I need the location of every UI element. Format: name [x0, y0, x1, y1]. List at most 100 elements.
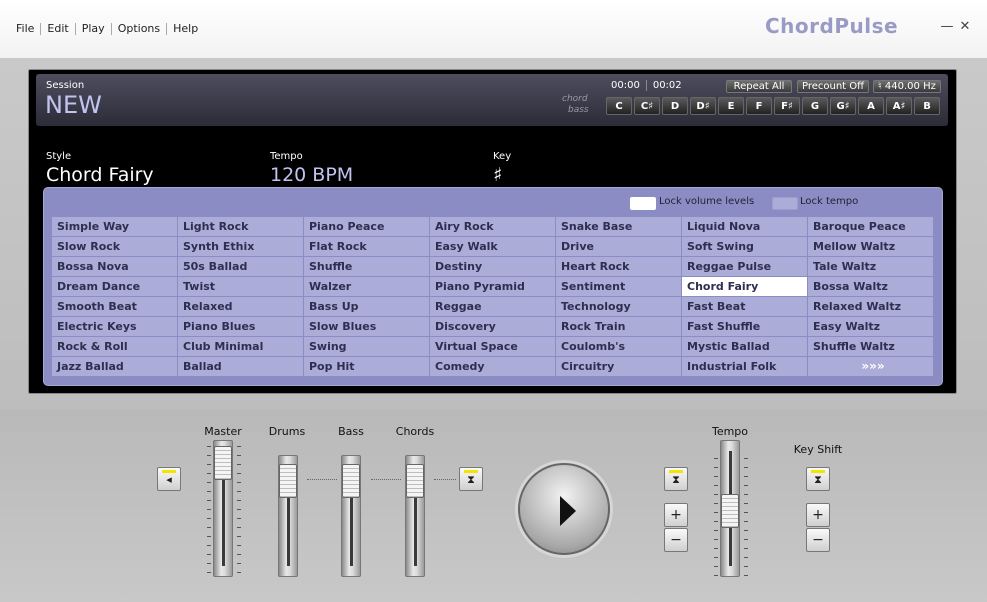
style-cell[interactable]: Jazz Ballad: [52, 357, 178, 377]
style-cell[interactable]: Walzer: [304, 277, 430, 297]
style-cell[interactable]: Rock & Roll: [52, 337, 178, 357]
style-cell[interactable]: Bossa Waltz: [808, 277, 934, 297]
style-cell[interactable]: Shuffle: [304, 257, 430, 277]
key-e[interactable]: E: [718, 97, 744, 115]
keyshift-minus-button[interactable]: −: [806, 528, 830, 552]
style-cell[interactable]: Comedy: [430, 357, 556, 377]
style-cell[interactable]: Liquid Nova: [682, 217, 808, 237]
style-cell[interactable]: Pop Hit: [304, 357, 430, 377]
key-b[interactable]: B: [914, 97, 940, 115]
style-cell[interactable]: Bossa Nova: [52, 257, 178, 277]
style-cell[interactable]: Piano Blues: [178, 317, 304, 337]
style-cell[interactable]: Dream Dance: [52, 277, 178, 297]
key-f[interactable]: F: [746, 97, 772, 115]
style-cell[interactable]: Fast Shuffle: [682, 317, 808, 337]
menu-options[interactable]: Options: [112, 23, 168, 35]
precount-toggle[interactable]: Precount Off: [797, 80, 869, 93]
style-label: Style: [46, 151, 72, 162]
menu-edit[interactable]: Edit: [41, 23, 76, 35]
led-indicator: [464, 470, 478, 473]
link-sliders-button[interactable]: ⧗: [459, 467, 483, 491]
style-cell[interactable]: Relaxed: [178, 297, 304, 317]
style-cell[interactable]: Easy Waltz: [808, 317, 934, 337]
menu-file[interactable]: File: [10, 23, 42, 35]
mute-button[interactable]: ◂: [157, 467, 181, 491]
tempo-link-button[interactable]: ⧗: [664, 467, 688, 491]
key-d[interactable]: D: [662, 97, 688, 115]
style-cell[interactable]: Shuffle Waltz: [808, 337, 934, 357]
menu-play[interactable]: Play: [76, 23, 112, 35]
style-cell[interactable]: 50s Ballad: [178, 257, 304, 277]
style-cell[interactable]: Light Rock: [178, 217, 304, 237]
style-cell[interactable]: Club Minimal: [178, 337, 304, 357]
menu-help[interactable]: Help: [167, 23, 204, 35]
style-cell[interactable]: Electric Keys: [52, 317, 178, 337]
style-cell[interactable]: Rock Train: [556, 317, 682, 337]
style-cell[interactable]: Slow Blues: [304, 317, 430, 337]
style-cell[interactable]: Circuitry: [556, 357, 682, 377]
style-cell[interactable]: Technology: [556, 297, 682, 317]
lock-tempo-checkbox[interactable]: [772, 197, 798, 210]
key-c[interactable]: C: [606, 97, 632, 115]
style-cell[interactable]: Synth Ethix: [178, 237, 304, 257]
style-cell[interactable]: Mellow Waltz: [808, 237, 934, 257]
style-cell[interactable]: Industrial Folk: [682, 357, 808, 377]
style-cell[interactable]: Simple Way: [52, 217, 178, 237]
minimize-button[interactable]: —: [940, 20, 954, 34]
chords-label: Chords: [395, 425, 435, 438]
play-button[interactable]: [518, 463, 610, 555]
style-cell[interactable]: Twist: [178, 277, 304, 297]
key-a[interactable]: A: [858, 97, 884, 115]
style-cell[interactable]: Relaxed Waltz: [808, 297, 934, 317]
style-cell[interactable]: Baroque Peace: [808, 217, 934, 237]
master-slider-handle[interactable]: [214, 446, 232, 480]
key-g[interactable]: G: [802, 97, 828, 115]
style-cell[interactable]: Airy Rock: [430, 217, 556, 237]
chordpulse-window: File Edit Play Options Help ChordPulse —…: [0, 0, 987, 602]
style-cell[interactable]: Snake Base: [556, 217, 682, 237]
style-cell[interactable]: Coulomb's: [556, 337, 682, 357]
chords-slider-handle[interactable]: [406, 464, 424, 498]
style-cell[interactable]: Swing: [304, 337, 430, 357]
style-cell[interactable]: Reggae Pulse: [682, 257, 808, 277]
key-a-sharp[interactable]: A♯: [886, 97, 912, 115]
style-cell[interactable]: Heart Rock: [556, 257, 682, 277]
style-cell[interactable]: Ballad: [178, 357, 304, 377]
style-cell[interactable]: Soft Swing: [682, 237, 808, 257]
led-indicator: [811, 470, 825, 473]
lock-volume-checkbox[interactable]: [630, 197, 656, 210]
style-cell[interactable]: Piano Pyramid: [430, 277, 556, 297]
style-cell[interactable]: Discovery: [430, 317, 556, 337]
tempo-plus-button[interactable]: +: [664, 503, 688, 527]
repeat-toggle[interactable]: Repeat All: [726, 80, 792, 93]
key-f-sharp[interactable]: F♯: [774, 97, 800, 115]
tempo-minus-button[interactable]: −: [664, 528, 688, 552]
style-cell[interactable]: Slow Rock: [52, 237, 178, 257]
bass-slider-handle[interactable]: [342, 464, 360, 498]
app-logo: ChordPulse: [765, 14, 899, 38]
style-cell[interactable]: Tale Waltz: [808, 257, 934, 277]
keyshift-link-button[interactable]: ⧗: [806, 467, 830, 491]
tempo-slider-handle[interactable]: [721, 494, 739, 528]
style-cell[interactable]: Flat Rock: [304, 237, 430, 257]
style-cell[interactable]: Drive: [556, 237, 682, 257]
close-button[interactable]: ✕: [958, 20, 972, 34]
tuning-button[interactable]: ♮ 440.00 Hz: [873, 80, 941, 93]
style-cell[interactable]: Bass Up: [304, 297, 430, 317]
key-c-sharp[interactable]: C♯: [634, 97, 660, 115]
style-cell[interactable]: Virtual Space: [430, 337, 556, 357]
more-styles-button[interactable]: »»»: [808, 357, 934, 377]
style-cell[interactable]: Piano Peace: [304, 217, 430, 237]
key-d-sharp[interactable]: D♯: [690, 97, 716, 115]
style-cell[interactable]: Easy Walk: [430, 237, 556, 257]
key-g-sharp[interactable]: G♯: [830, 97, 856, 115]
keyshift-plus-button[interactable]: +: [806, 503, 830, 527]
style-cell[interactable]: Destiny: [430, 257, 556, 277]
style-cell[interactable]: Reggae: [430, 297, 556, 317]
style-cell[interactable]: Chord Fairy: [682, 277, 808, 297]
style-cell[interactable]: Sentiment: [556, 277, 682, 297]
style-cell[interactable]: Mystic Ballad: [682, 337, 808, 357]
style-cell[interactable]: Smooth Beat: [52, 297, 178, 317]
style-cell[interactable]: Fast Beat: [682, 297, 808, 317]
drums-slider-handle[interactable]: [279, 464, 297, 498]
